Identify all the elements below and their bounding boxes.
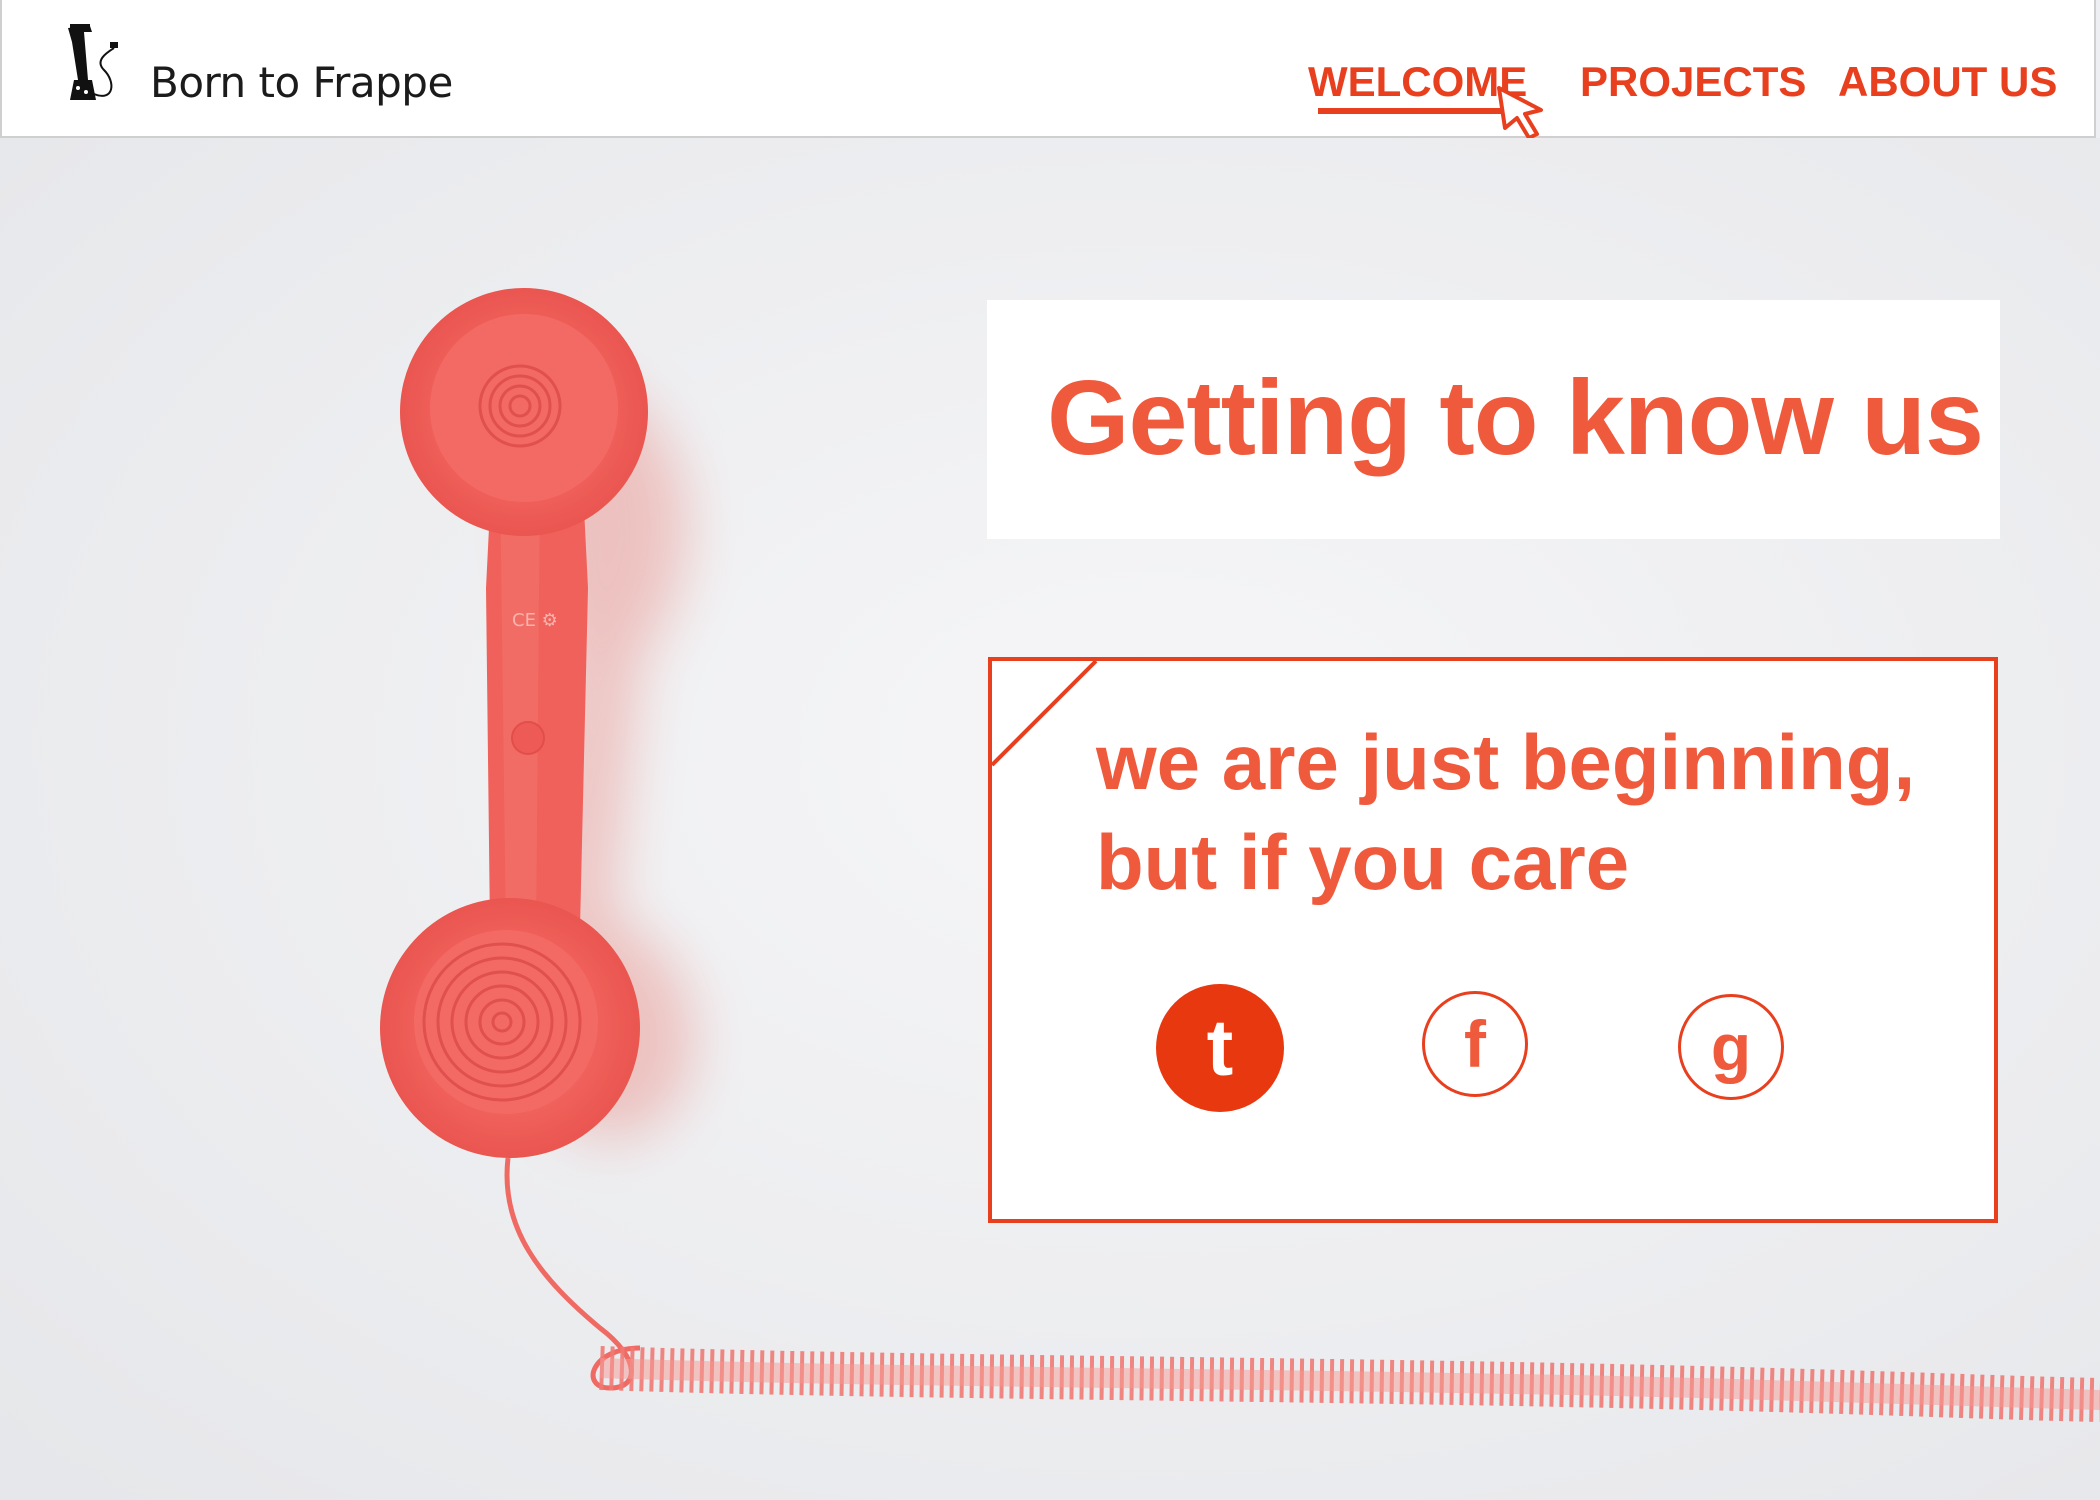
message-card: we are just beginning, but if you care t… — [988, 657, 1998, 1223]
message-line-2: but if you care — [1096, 818, 1630, 906]
tumblr-icon[interactable]: t — [1156, 984, 1284, 1112]
nav-active-underline — [1318, 108, 1518, 114]
hero-title: Getting to know us — [1047, 359, 1984, 477]
nav-projects[interactable]: PROJECTS — [1580, 58, 1806, 106]
brand-name[interactable]: Born to Frappe — [150, 58, 453, 107]
svg-text:CE ⚙: CE ⚙ — [512, 610, 558, 631]
site-header: Born to Frappe WELCOME PROJECTS ABOUT US — [0, 0, 2096, 140]
hero-title-box: Getting to know us — [987, 300, 2000, 539]
google-icon[interactable]: g — [1678, 994, 1784, 1100]
corner-accent-icon — [992, 661, 1098, 767]
message-line-1: we are just beginning, — [1096, 718, 1916, 806]
facebook-icon[interactable]: f — [1422, 991, 1528, 1097]
mouse-cursor-icon — [1497, 86, 1543, 140]
blender-logo-icon[interactable] — [64, 22, 136, 114]
nav-about-us[interactable]: ABOUT US — [1838, 58, 2057, 106]
